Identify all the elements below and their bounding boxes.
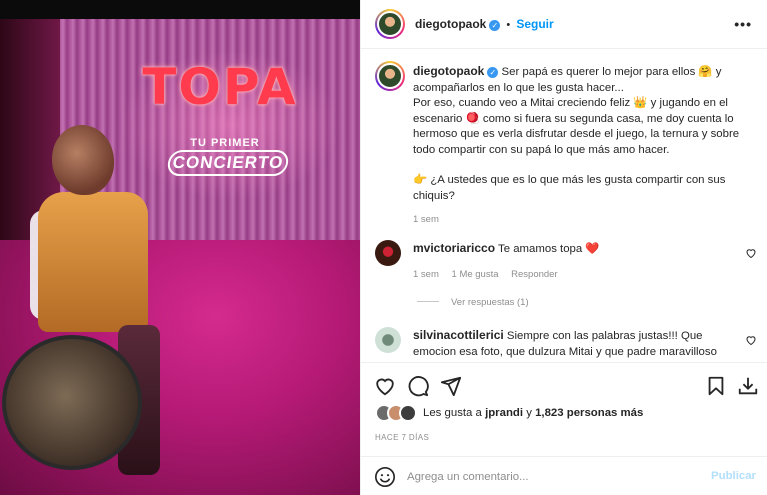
post-header: diegotopaok ✓ • Seguir ••• <box>361 0 767 49</box>
post-action-bar <box>361 362 767 402</box>
show-logo-title: TOPA <box>142 58 298 116</box>
follow-button[interactable]: Seguir <box>516 17 553 31</box>
liker-avatar <box>399 404 417 422</box>
comment-likes[interactable]: 1 Me gusta <box>452 269 499 280</box>
post-side-panel: diegotopaok ✓ • Seguir ••• diegotopaok ✓ S… <box>360 0 767 495</box>
caption-line-2: Por eso, cuando veo a Mitai creciendo fe… <box>413 97 740 156</box>
likes-text: Les gusta a jprandi y 1,823 personas más <box>423 407 643 419</box>
like-comment-heart-icon[interactable] <box>745 334 757 346</box>
author-line: diegotopaok ✓ • Seguir <box>415 17 554 31</box>
child-head <box>52 125 114 195</box>
commenter-avatar[interactable] <box>375 327 401 353</box>
verified-badge-icon: ✓ <box>487 67 499 78</box>
comment-time[interactable]: 1 sem <box>413 269 439 280</box>
add-comment-input[interactable] <box>407 466 697 488</box>
caption-avatar[interactable] <box>375 61 405 91</box>
caption-username[interactable]: diegotopaok <box>413 64 484 78</box>
author-username[interactable]: diegotopaok <box>415 17 486 31</box>
photo-top-bar <box>0 0 360 19</box>
likes-middle: y <box>523 407 536 419</box>
header-separator: • <box>506 19 511 31</box>
likes-user[interactable]: jprandi <box>485 407 523 419</box>
show-logo-subtitle-top: TU PRIMER <box>190 137 260 149</box>
publish-button[interactable]: Publicar <box>711 470 756 482</box>
download-icon[interactable] <box>737 375 759 397</box>
reply-button[interactable]: Responder <box>511 269 557 280</box>
comment-item: mvictoriaricco Te amamos topa ❤️ 1 sem 1… <box>375 240 765 290</box>
likes-prefix: Les gusta a <box>423 407 486 419</box>
verified-badge-icon: ✓ <box>489 20 501 31</box>
show-logo-subtitle-bottom: CONCIERTO <box>166 150 290 176</box>
emoji-smiley-icon[interactable] <box>374 466 396 488</box>
likers-avatars[interactable] <box>375 404 419 424</box>
comment-text-block: silvinacottilerici Siempre con las palab… <box>413 328 743 360</box>
caption-time[interactable]: 1 sem <box>413 212 753 228</box>
share-send-icon[interactable] <box>440 375 462 397</box>
comment-item: silvinacottilerici Siempre con las palab… <box>375 327 765 361</box>
like-comment-heart-icon[interactable] <box>745 247 757 259</box>
author-avatar[interactable] <box>375 9 405 39</box>
like-heart-icon[interactable] <box>374 375 396 397</box>
comment-actions: 1 sem 1 Me gusta Responder <box>413 269 568 280</box>
post-caption: diegotopaok ✓ Ser papá es querer lo mejor… <box>413 64 753 228</box>
post-photo[interactable]: TOPA TU PRIMER CONCIERTO <box>0 0 360 495</box>
likes-count[interactable]: 1,823 personas más <box>535 407 643 419</box>
comment-bubble-icon[interactable] <box>407 375 429 397</box>
child-vest <box>38 192 148 332</box>
caption-line-3: 👉 ¿A ustedes que es lo que más les gusta… <box>413 174 726 202</box>
view-replies-label: Ver respuestas (1) <box>451 297 529 308</box>
replies-divider <box>417 301 439 302</box>
comment-text-block: mvictoriaricco Te amamos topa ❤️ <box>413 241 743 258</box>
post-date[interactable]: HACE 7 DÍAS <box>375 433 429 442</box>
commenter-username[interactable]: silvinacottilerici <box>413 328 504 342</box>
ellipsis-icon[interactable]: ••• <box>734 16 752 32</box>
tambourine <box>2 335 142 470</box>
add-comment-bar: Publicar <box>361 456 767 495</box>
comment-text: Te amamos topa ❤️ <box>498 243 600 255</box>
save-bookmark-icon[interactable] <box>705 375 727 397</box>
commenter-avatar[interactable] <box>375 240 401 266</box>
commenter-username[interactable]: mvictoriaricco <box>413 241 495 255</box>
view-replies-button[interactable]: Ver respuestas (1) <box>417 297 529 308</box>
